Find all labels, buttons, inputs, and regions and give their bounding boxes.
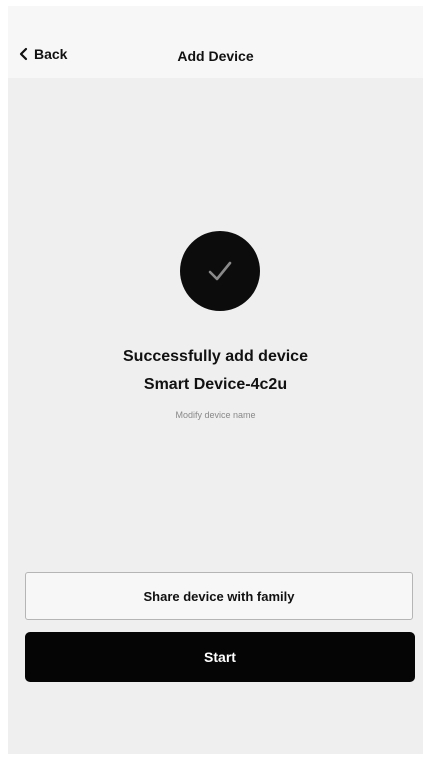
navigation-bar: Back Add Device xyxy=(8,6,423,78)
modify-device-name-link[interactable]: Modify device name xyxy=(8,410,423,420)
start-button[interactable]: Start xyxy=(25,632,415,682)
share-with-family-button[interactable]: Share device with family xyxy=(25,572,413,620)
app-screen: Back Add Device Successfully add device … xyxy=(8,6,423,754)
success-checkmark-icon xyxy=(180,231,260,311)
success-message: Successfully add device xyxy=(123,348,308,365)
device-name: Smart Device-4c2u xyxy=(143,376,288,393)
checkmark-icon xyxy=(208,261,232,281)
page-title: Add Device xyxy=(177,48,254,64)
